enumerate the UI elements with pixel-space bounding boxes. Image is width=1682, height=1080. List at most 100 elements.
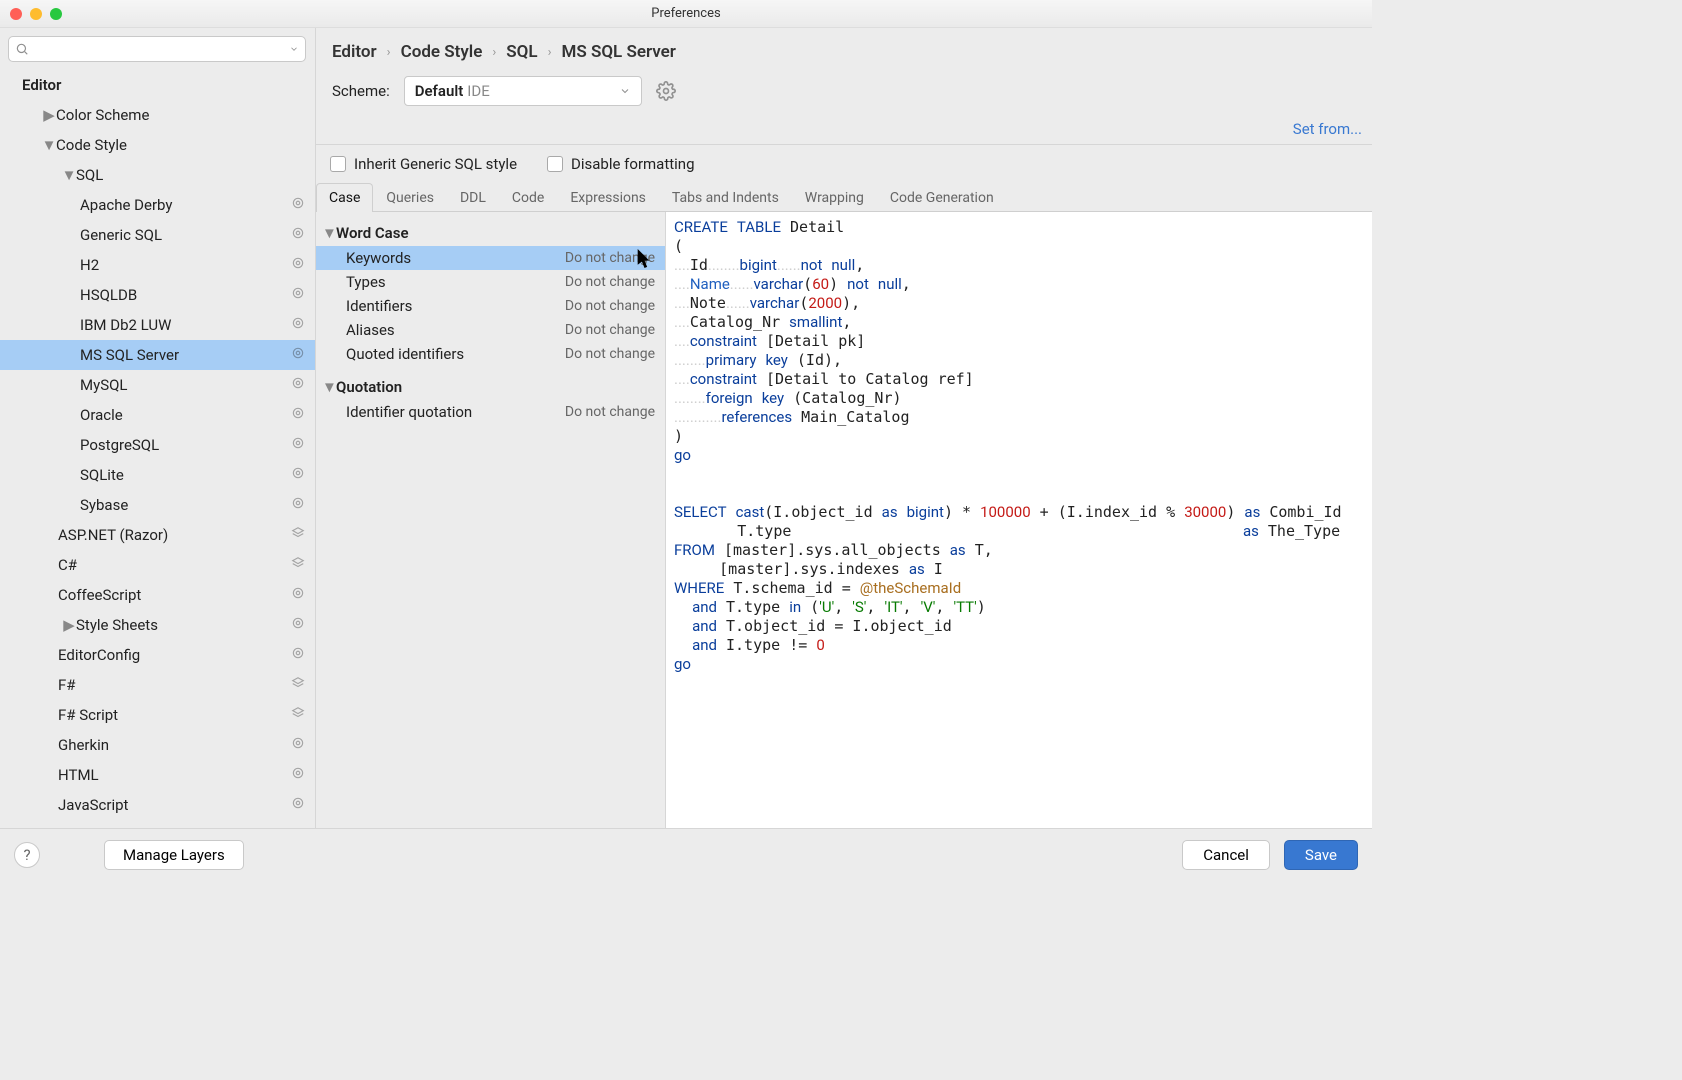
tree-item-label: Apache Derby — [80, 196, 291, 214]
chevron-down-icon — [289, 44, 299, 54]
option-row[interactable]: Quoted identifiersDo not change — [316, 342, 665, 366]
tree-item-label: CoffeeScript — [58, 586, 291, 604]
tree-item[interactable]: Oracle — [0, 400, 315, 430]
tree-item-label: Oracle — [80, 406, 291, 424]
checkbox-icon — [330, 156, 346, 172]
tree-item-label: F# Script — [58, 706, 291, 724]
scheme-label: Scheme: — [332, 82, 390, 100]
tab-tabs-and-indents[interactable]: Tabs and Indents — [659, 183, 792, 212]
tree-item[interactable]: HTML — [0, 760, 315, 790]
option-row[interactable]: Identifier quotationDo not change — [316, 400, 665, 424]
disclosure-arrow-icon: ▶ — [42, 106, 56, 124]
tab-queries[interactable]: Queries — [373, 183, 447, 212]
chevron-right-icon: › — [548, 45, 552, 60]
tree-item[interactable]: ▼Code Style — [0, 130, 315, 160]
content-area: Editor › Code Style › SQL › MS SQL Serve… — [316, 28, 1372, 828]
scheme-ring-icon — [291, 616, 305, 634]
scheme-scope: IDE — [467, 82, 618, 100]
tree-item[interactable]: Generic SQL — [0, 220, 315, 250]
tree-item-label: SQL — [76, 166, 305, 184]
tree-item-label: Generic SQL — [80, 226, 291, 244]
tree-item[interactable]: HSQLDB — [0, 280, 315, 310]
tree-item[interactable]: MySQL — [0, 370, 315, 400]
help-button[interactable]: ? — [14, 842, 40, 868]
tab-case[interactable]: Case — [316, 183, 373, 212]
scheme-ring-icon — [291, 316, 305, 334]
tree-item[interactable]: IBM Db2 LUW — [0, 310, 315, 340]
gear-icon[interactable] — [656, 81, 676, 101]
disable-formatting-checkbox[interactable]: Disable formatting — [547, 155, 694, 173]
scheme-ring-icon — [291, 406, 305, 424]
tree-item[interactable]: H2 — [0, 250, 315, 280]
breadcrumb-item[interactable]: Code Style — [401, 42, 483, 62]
tab-wrapping[interactable]: Wrapping — [792, 183, 877, 212]
tree-item-label: MySQL — [80, 376, 291, 394]
tree-item[interactable]: EditorConfig — [0, 640, 315, 670]
chevron-right-icon: › — [492, 45, 496, 60]
tree-item[interactable]: Gherkin — [0, 730, 315, 760]
option-value: Do not change — [565, 250, 655, 266]
disclosure-arrow-icon: ▼ — [42, 136, 56, 154]
set-from-link[interactable]: Set from... — [1293, 120, 1362, 138]
tree-item[interactable]: Sybase — [0, 490, 315, 520]
tree-item[interactable]: PostgreSQL — [0, 430, 315, 460]
scheme-name: Default — [415, 82, 464, 100]
option-group-header[interactable]: ▼Word Case — [316, 220, 665, 246]
tree-item-label: JavaScript — [58, 796, 291, 814]
breadcrumb-item[interactable]: Editor — [332, 42, 377, 62]
tab-code-generation[interactable]: Code Generation — [877, 183, 1007, 212]
breadcrumb-item[interactable]: SQL — [506, 42, 537, 62]
search-input[interactable] — [33, 42, 285, 57]
tree-item[interactable]: F# Script — [0, 700, 315, 730]
checkbox-icon — [547, 156, 563, 172]
save-button[interactable]: Save — [1284, 840, 1358, 870]
disclosure-arrow-icon: ▼ — [322, 378, 336, 396]
tree-item[interactable]: JavaScript — [0, 790, 315, 820]
option-name: Aliases — [346, 321, 565, 339]
manage-layers-button[interactable]: Manage Layers — [104, 840, 244, 870]
option-row[interactable]: KeywordsDo not change — [316, 246, 665, 270]
scheme-ring-icon — [291, 436, 305, 454]
cancel-button[interactable]: Cancel — [1182, 840, 1270, 870]
inherit-generic-checkbox[interactable]: Inherit Generic SQL style — [330, 155, 517, 173]
option-group-title: Quotation — [336, 378, 402, 396]
option-value: Do not change — [565, 274, 655, 290]
tree-item[interactable]: Apache Derby — [0, 190, 315, 220]
tree-item[interactable]: SQLite — [0, 460, 315, 490]
tree-item-label: EditorConfig — [58, 646, 291, 664]
scheme-stack-icon — [291, 706, 305, 724]
tab-expressions[interactable]: Expressions — [557, 183, 659, 212]
tree-item-label: H2 — [80, 256, 291, 274]
scheme-ring-icon — [291, 796, 305, 814]
tree-item-label: Code Style — [56, 136, 305, 154]
scheme-select[interactable]: Default IDE — [404, 76, 642, 106]
scheme-ring-icon — [291, 586, 305, 604]
tree-item[interactable]: CoffeeScript — [0, 580, 315, 610]
option-row[interactable]: IdentifiersDo not change — [316, 294, 665, 318]
option-row[interactable]: TypesDo not change — [316, 270, 665, 294]
tree-item[interactable]: ▼SQL — [0, 160, 315, 190]
tree-item[interactable]: ▶Color Scheme — [0, 100, 315, 130]
option-group-title: Word Case — [336, 224, 409, 242]
scheme-ring-icon — [291, 196, 305, 214]
preferences-tree: Editor▶Color Scheme▼Code Style▼SQLApache… — [0, 70, 315, 828]
tab-ddl[interactable]: DDL — [447, 183, 499, 212]
tree-item[interactable]: ▶Style Sheets — [0, 610, 315, 640]
tree-root-editor[interactable]: Editor — [0, 70, 315, 100]
tree-item[interactable]: MS SQL Server — [0, 340, 315, 370]
code-style-tabs: CaseQueriesDDLCodeExpressionsTabs and In… — [316, 183, 1372, 212]
option-value: Do not change — [565, 404, 655, 420]
case-options-list: ▼Word CaseKeywordsDo not changeTypesDo n… — [316, 212, 666, 828]
option-name: Identifiers — [346, 297, 565, 315]
tree-item[interactable]: F# — [0, 670, 315, 700]
scheme-stack-icon — [291, 526, 305, 544]
option-row[interactable]: AliasesDo not change — [316, 318, 665, 342]
tab-code[interactable]: Code — [499, 183, 557, 212]
option-group-header[interactable]: ▼Quotation — [316, 374, 665, 400]
tree-item-label: IBM Db2 LUW — [80, 316, 291, 334]
search-field-wrap[interactable] — [8, 36, 306, 62]
tree-item[interactable]: C# — [0, 550, 315, 580]
scheme-ring-icon — [291, 226, 305, 244]
tree-item-label: Color Scheme — [56, 106, 305, 124]
tree-item[interactable]: ASP.NET (Razor) — [0, 520, 315, 550]
